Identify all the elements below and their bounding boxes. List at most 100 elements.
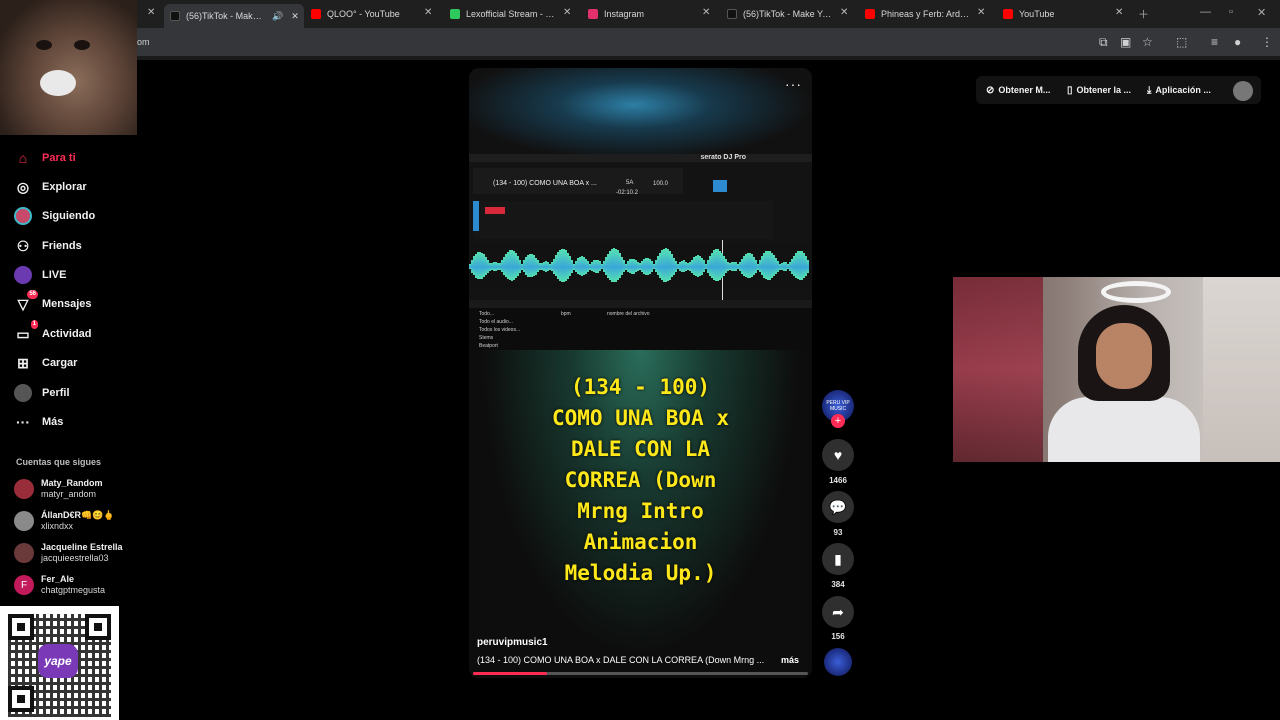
sidebar-item-friends[interactable]: ⚇ Friends [14, 235, 144, 257]
get-app-button[interactable]: ▯ Obtener la ... [1067, 81, 1131, 99]
menu-dots-icon[interactable]: ⋮ [1261, 35, 1273, 49]
tab-close-icon[interactable]: ✕ [563, 7, 571, 18]
overlay-line: COMO UNA BOA x [551, 406, 729, 430]
user-avatar[interactable] [1233, 81, 1253, 101]
waveform-bar [807, 267, 809, 273]
get-coins-button[interactable]: ⊘ Obtener M... [986, 81, 1050, 99]
new-tab-icon[interactable]: ＋ [1138, 6, 1149, 22]
tab-close-icon[interactable]: ✕ [702, 7, 710, 18]
following-item[interactable]: F Fer_Ale chatgptmegusta [14, 571, 144, 599]
get-app-label: Obtener la ... [1076, 85, 1132, 95]
tab-close-icon[interactable]: ✕ [147, 7, 155, 18]
desktop-app-label: Aplicación ... [1155, 85, 1211, 95]
url-text[interactable]: om [137, 37, 150, 47]
sidebar-item-live[interactable]: LIVE [14, 264, 144, 286]
tab-tiktok-active[interactable]: (56)TikTok - Make You 🔊 ✕ [164, 4, 304, 28]
serato-top-bar [469, 154, 812, 162]
tab-close-icon[interactable]: ✕ [291, 11, 299, 22]
follow-plus-button[interactable]: + [831, 414, 845, 428]
heart-icon: ♥ [833, 447, 843, 463]
serato-library-item: Todo... [479, 311, 495, 317]
webcam-microphone [40, 70, 76, 96]
share-arrow-icon: ➦ [832, 603, 844, 620]
sidebar-item-label: Cargar [42, 357, 78, 369]
sidebar-item-mensajes[interactable]: ▽ 56 Mensajes [14, 290, 144, 315]
tab-close-icon[interactable]: ✕ [1115, 7, 1123, 18]
following-username: matyr_andom [41, 489, 97, 499]
media-controls-icon[interactable]: ≡ [1211, 35, 1218, 49]
get-coins-label: Obtener M... [998, 85, 1051, 95]
tab-phineas[interactable]: Phineas y Ferb: Ardillas p [865, 4, 970, 24]
comment-button[interactable]: 💬 [822, 491, 854, 523]
more-link[interactable]: más [781, 655, 799, 665]
sidebar-item-label: Mensajes [42, 298, 92, 310]
video-progress-bar[interactable] [473, 672, 808, 675]
sidebar-item-cargar[interactable]: ⊞ Cargar [14, 352, 144, 374]
serato-library-column: nombre del archivo [607, 311, 650, 317]
qr-finder [85, 614, 111, 640]
following-item[interactable]: ÁllanD€R👊😊🖕 xlixndxx [14, 507, 144, 535]
serato-pads [473, 201, 773, 239]
cast-icon[interactable]: ▣ [1120, 35, 1131, 49]
video-more-options-icon[interactable]: ··· [785, 76, 802, 92]
save-count: 384 [831, 580, 845, 589]
tab-youtube[interactable]: YouTube [1003, 4, 1103, 24]
tab-lexofficial[interactable]: Lexofficial Stream - Watch [450, 4, 555, 24]
following-name: Fer_Ale [41, 574, 75, 584]
tab-close-icon[interactable]: ✕ [840, 7, 848, 18]
save-button[interactable]: ▮ [822, 543, 854, 575]
tab-label: (56)TikTok - Make You [186, 11, 266, 21]
messages-badge: 56 [27, 290, 38, 299]
webcam-eye [36, 40, 52, 50]
following-item[interactable]: Jacqueline Estrella jacquieestrella03 [14, 539, 144, 567]
sidebar-item-para-ti[interactable]: ⌂ Para ti [14, 147, 144, 169]
tab-close-icon[interactable]: ✕ [424, 7, 432, 18]
yape-logo: yape [38, 644, 78, 678]
sidebar-item-mas[interactable]: ··· Más [14, 411, 144, 433]
share-count: 156 [831, 632, 845, 641]
instagram-favicon-icon [588, 9, 598, 19]
serato-track-title: (134 - 100) COMO UNA BOA x ... [493, 180, 597, 187]
sidebar-item-siguiendo[interactable]: Siguiendo [14, 205, 144, 227]
serato-time: -02:10.2 [616, 190, 639, 196]
like-count: 1466 [829, 476, 847, 485]
tab-close-icon[interactable]: ✕ [977, 7, 985, 18]
sidebar-item-label: Siguiendo [42, 210, 96, 222]
maximize-icon[interactable]: ▫ [1229, 6, 1233, 18]
overlay-line: Melodia Up.) [564, 561, 717, 585]
profile-avatar-icon [14, 384, 32, 402]
following-name: Maty_Random [41, 478, 103, 488]
serato-pad-marker [473, 201, 479, 231]
video-player[interactable]: ··· serato DJ Pro (134 - 100) COMO UNA B… [469, 68, 812, 678]
desktop-app-button[interactable]: ⤓ Aplicación ... [1147, 81, 1211, 99]
qr-finder [8, 614, 34, 640]
youtube-favicon-icon [865, 9, 875, 19]
serato-library: Todo... Todo el audio... Todos los video… [469, 300, 812, 350]
share-button[interactable]: ➦ [822, 596, 854, 628]
like-button[interactable]: ♥ [822, 439, 854, 471]
webcam-overlay-left [0, 0, 137, 135]
tab-instagram[interactable]: Instagram [588, 4, 698, 24]
music-disc-icon[interactable] [824, 648, 852, 676]
sidebar-item-perfil[interactable]: Perfil [14, 382, 144, 404]
sidebar-item-explorar[interactable]: ◎ Explorar [14, 176, 144, 198]
activity-icon: ▭ 1 [16, 320, 38, 342]
overlay-line: Animacion [583, 530, 698, 554]
extensions-icon[interactable]: ⬚ [1176, 35, 1187, 49]
overlay-line: (134 - 100) [570, 375, 711, 399]
tab-qloo[interactable]: QLOO° - YouTube [311, 4, 421, 24]
minimize-icon[interactable]: — [1200, 6, 1211, 18]
profile-icon[interactable]: ● [1234, 35, 1241, 49]
serato-library-item: Todo el audio... [479, 319, 513, 325]
bookmark-star-icon[interactable]: ☆ [1142, 35, 1153, 49]
tab-tiktok-2[interactable]: (56)TikTok - Make Your D [727, 4, 833, 24]
close-window-icon[interactable]: ✕ [1257, 6, 1266, 19]
translate-icon[interactable]: ⧉ [1099, 35, 1108, 50]
sidebar-item-actividad[interactable]: ▭ 1 Actividad [14, 320, 144, 345]
video-author[interactable]: peruvipmusic1 [477, 637, 548, 648]
live-avatar-icon [14, 266, 32, 284]
following-item[interactable]: Maty_Random matyr_andom [14, 475, 144, 503]
home-icon: ⌂ [18, 150, 28, 166]
sidebar-item-label: Para ti [42, 152, 76, 164]
serato-sync-button [713, 180, 727, 192]
